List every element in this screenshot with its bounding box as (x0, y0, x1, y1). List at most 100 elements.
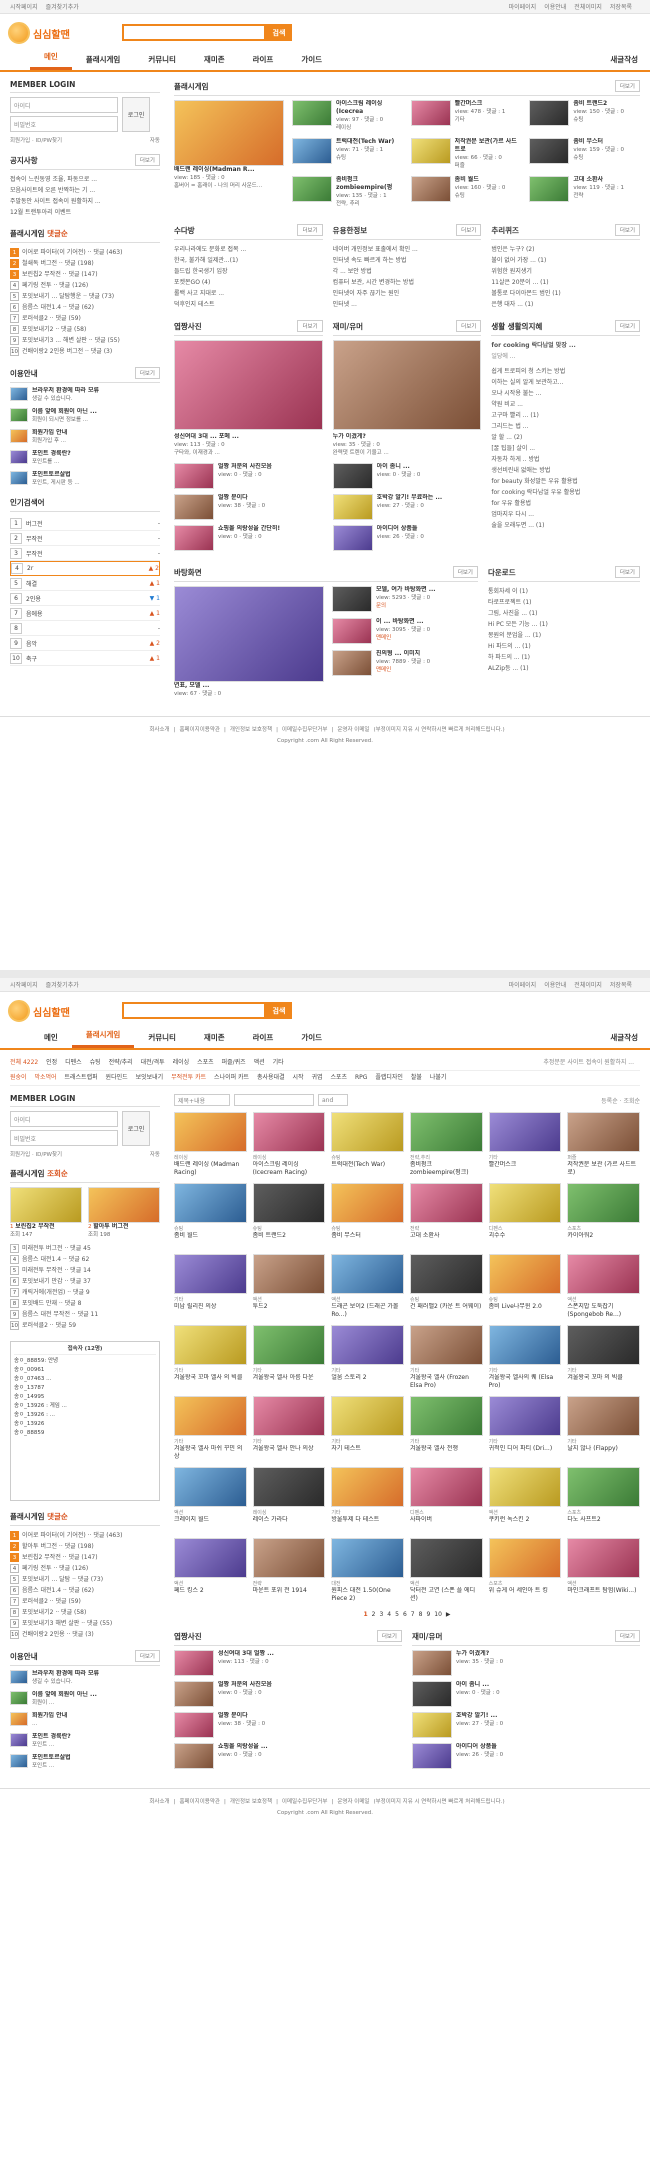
new-post-button[interactable]: 새글작성 (610, 54, 638, 65)
search-button[interactable]: 검색 (266, 24, 292, 41)
game-thumbnail[interactable] (409, 1183, 483, 1223)
category-item[interactable]: 액션 (254, 1059, 265, 1066)
flash-rank-sort[interactable]: 댓글순 (47, 229, 68, 238)
game-title[interactable]: 드래곤 보이2 (드래곤 가볼 Ro...) (331, 1303, 404, 1319)
footer-link[interactable]: 이메일수집무단거부 (282, 727, 328, 733)
notice-item[interactable]: 접속이 느린동영 조율, 파동으로 ... (10, 174, 160, 185)
nav-flash-game[interactable]: 플래시게임 (71, 1029, 135, 1048)
game-thumbnail[interactable] (252, 1467, 326, 1507)
list-item[interactable]: 한국, 불가해 일제관...(1) (174, 255, 323, 266)
game-card[interactable]: 디펜스 사파이버 (409, 1467, 483, 1532)
list-item[interactable]: 술을 오래두면 ... (1) (491, 520, 640, 531)
list-item[interactable]: 10 건배이랑2 2인용 버그전 ·· 댓글 (3) (10, 346, 160, 357)
footer-link[interactable]: 회사소개 (149, 1799, 169, 1805)
game-title[interactable]: 날지 않나 (Flappy) (567, 1445, 640, 1461)
featured-photo[interactable] (174, 340, 323, 430)
more-button[interactable]: 더보기 (614, 1630, 640, 1642)
game-card[interactable]: 슈팅 좀비 월드 (174, 1183, 247, 1248)
game-thumbnail[interactable] (252, 1183, 326, 1223)
game-thumbnail[interactable] (174, 1325, 247, 1365)
nav-main[interactable]: 메인 (30, 1032, 72, 1048)
game-item[interactable]: 빨간머스크 view: 478 · 댓글 : 1 기타 (410, 100, 522, 132)
list-item[interactable]: 6 포잇보내기 만감 ·· 댓글 37 (10, 1276, 160, 1287)
page-number[interactable]: 3 (379, 1611, 383, 1618)
new-post-button[interactable]: 새글작성 (610, 1032, 638, 1043)
list-item[interactable]: 쇼핑몰 의랑성을 간단히! view: 0 · 댓글 : 0 (174, 525, 323, 551)
notice-item[interactable]: 12월 트랜투아리 이벤트 (10, 207, 160, 218)
list-item[interactable]: 통회자세 이 (1) (488, 586, 640, 597)
game-title[interactable]: 카이아워2 (567, 1232, 640, 1248)
tag-item[interactable]: 스포츠 (330, 1074, 347, 1081)
game-card[interactable]: 레이싱 레이스 가라다 (252, 1467, 326, 1532)
login-button[interactable]: 로그인 (122, 97, 150, 132)
game-title[interactable]: 사파이버 (410, 1516, 483, 1532)
game-card[interactable]: 기타 빨간머스크 (488, 1112, 562, 1177)
nav-life[interactable]: 라이프 (239, 1032, 288, 1048)
game-card[interactable]: 슈팅 좀비 무스터 (331, 1183, 404, 1248)
list-item[interactable]: 9 음름스 대전 무작전 ·· 댓글 11 (10, 1309, 160, 1320)
page-number[interactable]: 9 (426, 1611, 430, 1618)
guide-link[interactable]: 이용안내 (544, 982, 566, 989)
game-title[interactable]: 다노 사프트2 (567, 1516, 640, 1532)
footer-link[interactable]: 회사소개 (149, 727, 169, 733)
footer-link[interactable]: 이메일수집무단거부 (282, 1799, 328, 1805)
list-item[interactable]: 회원가입 안내 회원가입 후 ... (10, 429, 160, 445)
game-item[interactable]: 트럭대전(Tech War) view: 71 · 댓글 : 1 슈팅 (292, 138, 403, 170)
game-card[interactable]: 기타 겨울왕국 꼬마 의 빅클 (567, 1325, 640, 1390)
list-item[interactable]: 은행 대자 ... (1) (491, 299, 640, 310)
list-item[interactable]: 10 건배이랑2 2인용 ·· 댓글 (3) (10, 1629, 160, 1640)
list-item[interactable]: 위험한 원지생기 (491, 266, 640, 277)
game-card[interactable]: 기타 방울투제 다 테스트 (331, 1467, 404, 1532)
game-thumbnail[interactable] (567, 1325, 640, 1365)
game-thumbnail[interactable] (409, 1112, 483, 1152)
list-item[interactable]: 쇼핑몰 의랑성을 ... view: 0 · 댓글 : 0 (174, 1743, 402, 1769)
game-item[interactable]: 아이스크림 레이싱 (Icecrea view: 97 · 댓글 : 0 레이싱 (292, 100, 403, 132)
list-item[interactable]: 범인은 누구? (2) (491, 244, 640, 255)
game-title[interactable]: 건 패러밸2 (카운 트 어웨이) (410, 1303, 483, 1319)
id-field[interactable]: 아이디 (10, 97, 118, 113)
game-title[interactable]: 투드2 (253, 1303, 326, 1319)
page-number[interactable]: 6 (403, 1611, 407, 1618)
page-number[interactable]: 5 (395, 1611, 399, 1618)
more-button[interactable]: 더보기 (456, 320, 482, 332)
search-button[interactable]: 검색 (266, 1002, 292, 1019)
keyword-row[interactable]: 9 음악 ▲ 2 (10, 636, 160, 651)
list-item[interactable]: 3 미래전투 버그전 ·· 댓글 45 (10, 1243, 160, 1254)
guide-more-button[interactable]: 더보기 (134, 367, 160, 379)
game-title[interactable]: 좀비펑크 zombieempire(펑크) (410, 1161, 483, 1177)
tag-item[interactable]: 나불기 (430, 1074, 447, 1081)
tag-item[interactable]: 총사용대결 (257, 1074, 285, 1081)
site-logo[interactable]: 심심할땐 (8, 22, 70, 44)
list-item[interactable]: 이름 앞에 회원이 아닌 ... 회원이 ... (10, 1691, 160, 1707)
list-item[interactable]: 브라우저 환경에 따라 모류 생길 수 있습니다. (10, 387, 160, 403)
start-page-link[interactable]: 시작페이지 (10, 982, 38, 989)
category-item[interactable]: 퍼즐/퀴즈 (222, 1059, 246, 1066)
keyword-row[interactable]: 10 축구 ▲ 1 (10, 651, 160, 666)
keyword-row[interactable]: 2 무작전 - (10, 531, 160, 546)
list-item[interactable]: 1 이어로 파이터(이 기어전) ·· 댓글 (463) (10, 247, 160, 258)
game-card[interactable]: 액션 스폰지밥 도둑잡기 (Spongebob Re...) (567, 1254, 640, 1319)
nav-fun-zone[interactable]: 재미존 (190, 54, 239, 70)
nav-life[interactable]: 라이프 (239, 54, 288, 70)
nav-guide[interactable]: 가이드 (287, 1032, 336, 1048)
start-page-link[interactable]: 시작페이지 (10, 4, 38, 11)
category-item[interactable]: 스포츠 (197, 1059, 214, 1066)
flash-more-button[interactable]: 더보기 (614, 80, 640, 92)
game-card[interactable]: 스포츠 다노 사프트2 (567, 1467, 640, 1532)
list-item[interactable]: 얼짱 처분의 사진모음 view: 0 · 댓글 : 0 (174, 463, 323, 489)
game-title[interactable]: 자기 테스트 (331, 1445, 404, 1461)
game-card[interactable]: 레이싱 배드랜 레이싱 (Madman Racing) (174, 1112, 247, 1177)
mypage-link[interactable]: 마이페이지 (509, 4, 537, 11)
list-item[interactable]: 8 포잇보내기2 ·· 댓글 (58) (10, 1607, 160, 1618)
game-card[interactable]: 기타 겨울왕국 꼬마 엘사 의 빅클 (174, 1325, 247, 1390)
game-thumbnail[interactable] (331, 1467, 404, 1507)
list-item[interactable]: 3 보린칩2 무작전 ·· 댓글 (147) (10, 1552, 160, 1563)
game-title[interactable]: 마운트 포위 전 1914 (253, 1587, 326, 1603)
signup-link[interactable]: 회원가입 · ID/PW찾기 (10, 136, 62, 144)
footer-link[interactable]: 홈페이지이용약관 (179, 727, 219, 733)
list-item[interactable]: 이 ... 바탕화면 ... view: 3095 · 댓글 : 0 맨메인 (332, 618, 478, 644)
game-thumbnail[interactable] (252, 1538, 326, 1578)
keyword-row[interactable]: 6 2인용 ▼ 1 (10, 591, 160, 606)
list-item[interactable]: 얼짱 분이다 view: 38 · 댓글 : 0 (174, 494, 323, 520)
game-thumbnail[interactable] (174, 1538, 247, 1578)
